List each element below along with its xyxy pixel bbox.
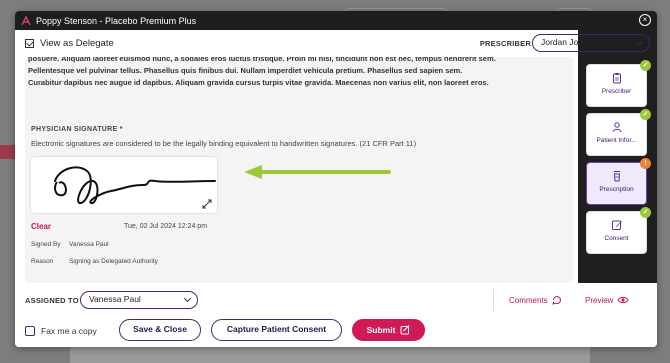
check-badge-icon: ✓ (640, 207, 651, 218)
view-as-delegate-checkbox[interactable] (25, 39, 34, 48)
signature-date: Tue, 02 Jul 2024 12:24 pm (124, 223, 208, 230)
person-icon (612, 122, 621, 133)
chevron-down-icon (635, 37, 644, 46)
step-prescriber[interactable]: Prescriber ✓ (586, 60, 651, 107)
step-label: Patient Infor... (596, 137, 637, 144)
warning-badge-icon: ! (640, 158, 651, 169)
step-navigator: Prescriber ✓ Patient Infor... ✓ Prescrip… (578, 30, 657, 283)
step-consent[interactable]: Consent ✓ (586, 207, 651, 254)
check-badge-icon: ✓ (640, 60, 651, 71)
modal-title: Poppy Stenson - Placebo Premium Plus (36, 15, 197, 26)
footer-divider (493, 289, 494, 311)
eye-icon (617, 296, 630, 304)
comment-icon (551, 296, 561, 305)
edit-icon (611, 220, 622, 230)
expand-icon[interactable] (202, 199, 212, 209)
step-prescription[interactable]: Prescription ! (586, 158, 651, 205)
modal-titlebar: Poppy Stenson - Placebo Premium Plus × (15, 11, 657, 30)
capture-patient-consent-button[interactable]: Capture Patient Consent (211, 319, 342, 341)
reason-row: Reason Signing as Delegated Authority (31, 258, 158, 265)
assigned-to-label: ASSIGNED TO (25, 296, 79, 305)
fax-copy-option[interactable]: Fax me a copy (25, 326, 97, 336)
comments-link[interactable]: Comments (509, 295, 562, 305)
step-label: Prescription (599, 186, 634, 193)
cup-icon (613, 171, 620, 182)
background-accent (0, 145, 15, 159)
comments-label: Comments (509, 295, 548, 305)
reason-value: Signing as Delegated Authority (69, 258, 158, 265)
submit-button[interactable]: Submit (352, 319, 425, 341)
signed-by-row: Signed By Vanessa Paul (31, 241, 109, 248)
body-text-line: Pellentesque vel pulvinar tellus. Phasel… (28, 66, 463, 75)
view-as-delegate-label: View as Delegate (40, 38, 114, 49)
modal-footer: ASSIGNED TO Vanessa Paul Comments Previe… (15, 283, 657, 347)
signature-pad[interactable] (31, 157, 217, 213)
signature-title: PHYSICIAN SIGNATURE * (31, 126, 123, 133)
preview-link[interactable]: Preview (585, 295, 630, 305)
preview-label: Preview (585, 295, 614, 305)
prescriber-select[interactable]: Jordan John (532, 34, 650, 52)
annotation-arrow-icon (244, 165, 391, 179)
check-badge-icon: ✓ (640, 109, 651, 120)
signed-by-value: Vanessa Paul (69, 241, 109, 248)
prescriber-label: PRESCRIBER (479, 39, 531, 48)
chevron-down-icon (183, 294, 192, 303)
body-text-line: Curabitur dapibus nec augue id dapibus. … (28, 78, 489, 87)
save-close-button[interactable]: Save & Close (119, 319, 201, 341)
close-icon[interactable]: × (639, 14, 651, 26)
prescriber-value: Jordan John (541, 37, 588, 47)
brand-logo-icon (21, 15, 31, 25)
clipboard-icon (612, 73, 621, 84)
background-panel (70, 346, 590, 363)
view-as-delegate-row: View as Delegate PRESCRIBER (15, 30, 578, 57)
assigned-to-select[interactable]: Vanessa Paul (80, 291, 198, 309)
step-label: Prescriber (601, 88, 632, 95)
step-label: Consent (604, 235, 629, 242)
assigned-to-value: Vanessa Paul (89, 294, 141, 304)
submit-icon (400, 325, 410, 335)
fax-copy-label: Fax me a copy (41, 326, 97, 336)
clear-signature-link[interactable]: Clear (31, 222, 51, 231)
signature-drawing (54, 166, 216, 204)
reason-label: Reason (31, 258, 54, 265)
modal-body: View as Delegate PRESCRIBER posuere. Ali… (15, 30, 657, 283)
fax-copy-checkbox[interactable] (25, 326, 35, 336)
main-panel: View as Delegate PRESCRIBER posuere. Ali… (15, 30, 578, 283)
step-patient-info[interactable]: Patient Infor... ✓ (586, 109, 651, 156)
signature-note: Electronic signatures are considered to … (31, 139, 417, 148)
submit-label: Submit (366, 324, 396, 335)
signed-by-label: Signed By (31, 241, 61, 248)
